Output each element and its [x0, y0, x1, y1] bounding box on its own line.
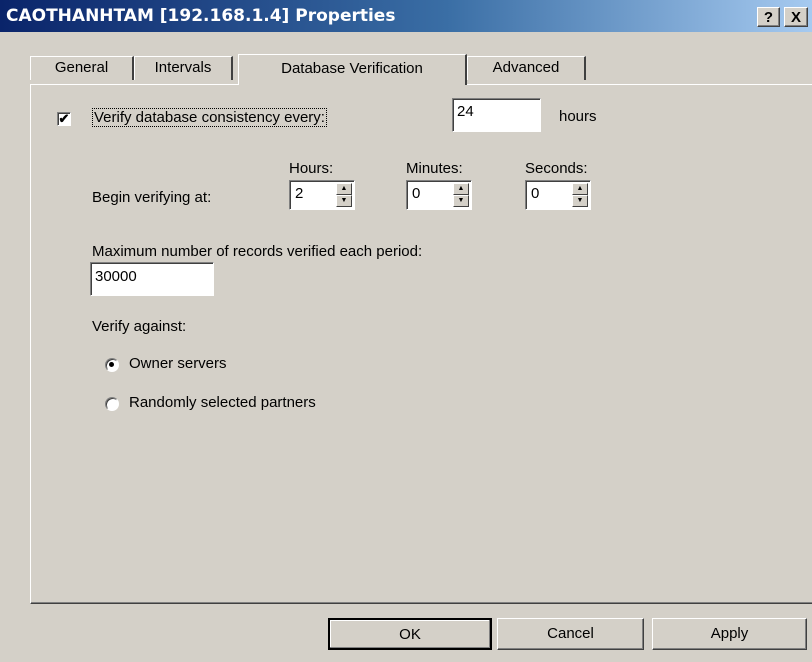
- tab-advanced[interactable]: Advanced: [467, 56, 586, 80]
- help-button[interactable]: ?: [757, 7, 780, 27]
- tab-intervals[interactable]: Intervals: [134, 56, 233, 80]
- ok-button[interactable]: OK: [328, 618, 492, 650]
- close-button[interactable]: X: [784, 7, 808, 27]
- tab-database-verification[interactable]: Database Verification: [238, 54, 467, 85]
- window-title: CAOTHANHTAM [192.168.1.4] Properties: [6, 6, 396, 26]
- cancel-button[interactable]: Cancel: [497, 618, 644, 650]
- tab-general[interactable]: General: [30, 56, 134, 80]
- tab-panel: [30, 84, 812, 604]
- apply-button[interactable]: Apply: [652, 618, 807, 650]
